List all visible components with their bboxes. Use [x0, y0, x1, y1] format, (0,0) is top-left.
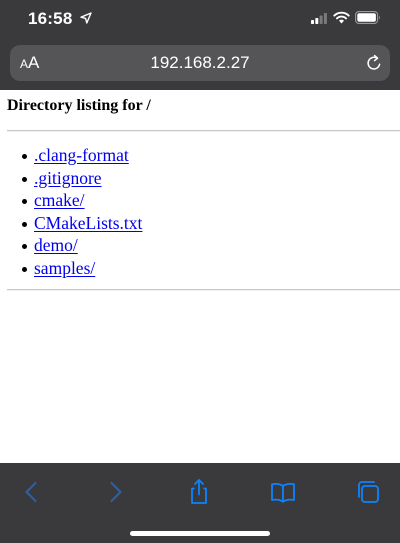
folder-link-demo[interactable]: demo/ — [34, 235, 78, 255]
page-content: Directory listing for / .clang-format .g… — [0, 90, 400, 463]
bullet-icon — [22, 266, 27, 272]
bullet-icon — [22, 176, 27, 182]
bottom-divider — [7, 289, 400, 291]
list-item: cmake/ — [0, 189, 400, 212]
back-chevron-icon[interactable] — [17, 477, 47, 507]
page-title: Directory listing for / — [7, 97, 151, 114]
list-item: demo/ — [0, 234, 400, 257]
bullet-icon — [22, 244, 27, 249]
forward-chevron-icon[interactable] — [100, 477, 130, 507]
bullet-icon — [22, 199, 27, 204]
browser-top-chrome: 16:58 AA 192.168.2.27 — [0, 0, 400, 90]
directory-list: .clang-format .gitignore cmake/ CMakeLis… — [0, 144, 400, 279]
tabs-icon[interactable] — [353, 477, 383, 507]
list-item: .gitignore — [0, 167, 400, 190]
battery-icon — [355, 11, 380, 24]
location-arrow-icon — [80, 12, 92, 24]
bullet-icon — [22, 154, 27, 159]
status-time: 16:58 — [28, 9, 73, 28]
browser-screen: 16:58 AA 192.168.2.27 Directory listing … — [0, 0, 400, 543]
folder-link-cmake[interactable]: cmake/ — [34, 190, 85, 210]
folder-link-samples[interactable]: samples/ — [34, 258, 95, 278]
file-link-gitignore[interactable]: .gitignore — [34, 168, 102, 188]
home-indicator — [130, 531, 270, 536]
bullet-icon — [22, 221, 27, 227]
url-text[interactable]: 192.168.2.27 — [10, 45, 390, 81]
reload-icon[interactable] — [365, 54, 383, 72]
bookmarks-icon[interactable] — [268, 477, 298, 507]
list-item: samples/ — [0, 257, 400, 280]
share-icon[interactable] — [184, 477, 214, 507]
status-bar: 16:58 — [0, 0, 400, 40]
top-divider — [7, 130, 400, 132]
file-link-cmakelists[interactable]: CMakeLists.txt — [34, 213, 142, 233]
browser-toolbar — [0, 463, 400, 543]
wifi-icon — [333, 11, 350, 24]
list-item: .clang-format — [0, 144, 400, 167]
file-link-clang-format[interactable]: .clang-format — [34, 145, 129, 165]
list-item: CMakeLists.txt — [0, 212, 400, 235]
cellular-signal-icon — [311, 13, 327, 24]
address-bar[interactable]: AA 192.168.2.27 — [10, 45, 390, 81]
